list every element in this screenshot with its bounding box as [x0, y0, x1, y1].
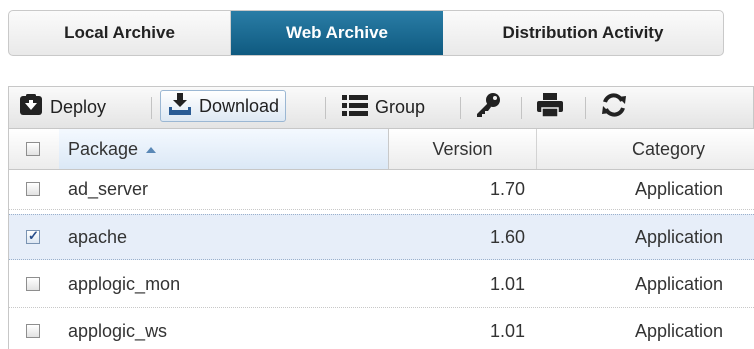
package-category: Application [635, 274, 724, 294]
tab-distribution-activity[interactable]: Distribution Activity [443, 11, 723, 55]
check-icon: ✓ [28, 228, 39, 243]
table-row[interactable]: applogic_ws 1.01 Application [9, 308, 754, 349]
group-label: Group [375, 96, 426, 117]
row-checkbox[interactable]: ✓ [26, 228, 40, 244]
package-version: 1.01 [489, 274, 525, 294]
package-name: applogic_ws [68, 320, 168, 341]
deploy-label: Deploy [50, 96, 107, 117]
package-name: applogic_mon [68, 274, 181, 294]
column-package[interactable]: Package [59, 129, 389, 169]
row-checkbox[interactable] [26, 182, 40, 196]
table-row[interactable]: applogic_mon 1.01 Application [9, 262, 754, 308]
download-label: Download [199, 95, 280, 116]
deploy-button[interactable]: Deploy [18, 87, 106, 127]
package-name: ad_server [68, 179, 149, 199]
deploy-icon [18, 93, 44, 122]
toolbar: Deploy Download Group [8, 86, 754, 128]
tab-local-archive[interactable]: Local Archive [9, 11, 231, 55]
download-button[interactable]: Download [160, 90, 287, 122]
key-icon [474, 92, 502, 123]
refresh-icon [600, 92, 628, 123]
refresh-button[interactable] [600, 87, 628, 127]
package-category: Application [635, 226, 724, 247]
row-checkbox[interactable] [26, 277, 40, 291]
group-button[interactable]: Group [341, 87, 425, 127]
table-header: Package Version Category [9, 128, 754, 170]
tab-web-archive[interactable]: Web Archive [231, 11, 443, 55]
package-category: Application [635, 320, 724, 341]
print-button[interactable] [536, 87, 564, 127]
package-version: 1.70 [489, 179, 525, 199]
package-version: 1.60 [489, 226, 525, 247]
key-button[interactable] [474, 87, 502, 127]
row-checkbox[interactable] [26, 324, 40, 338]
column-version[interactable]: Version [389, 129, 537, 169]
table-row[interactable]: ✓ apache 1.60 Application [9, 214, 754, 260]
table-row[interactable]: ad_server 1.70 Application [9, 170, 754, 210]
group-icon [341, 93, 369, 122]
package-version: 1.01 [489, 320, 525, 341]
column-category[interactable]: Category [537, 129, 754, 169]
print-icon [536, 92, 564, 123]
sort-ascending-icon [146, 147, 157, 153]
select-all-checkbox[interactable] [26, 142, 40, 156]
download-icon [167, 92, 193, 121]
archive-tabs: Local Archive Web Archive Distribution A… [8, 10, 724, 56]
package-category: Application [635, 179, 724, 199]
package-table: Package Version Category ad_server 1.70 … [8, 128, 754, 349]
package-name: apache [68, 226, 128, 247]
